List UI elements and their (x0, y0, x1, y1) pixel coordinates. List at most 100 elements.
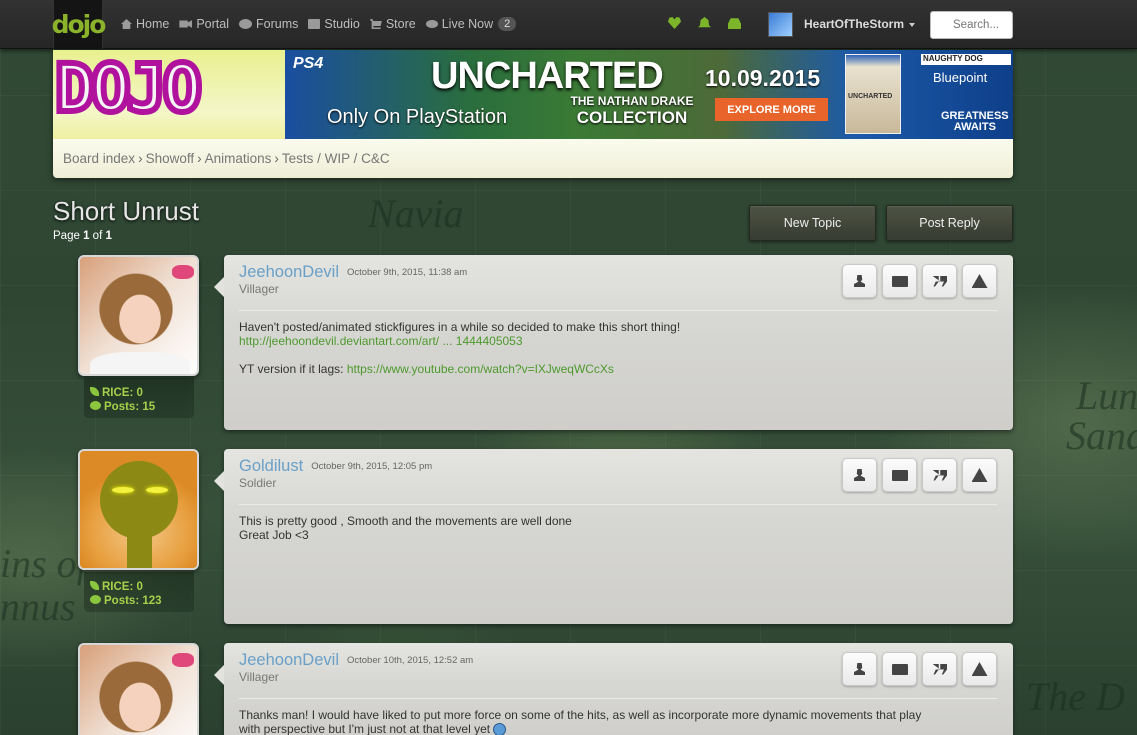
quote-icon (932, 469, 947, 481)
notification-icons (668, 17, 741, 29)
avatar[interactable] (78, 449, 199, 570)
nav-store[interactable]: Store (369, 17, 416, 31)
avatar[interactable] (78, 643, 199, 735)
report-button[interactable] (962, 264, 997, 298)
divider (239, 698, 997, 699)
post-actions (842, 458, 997, 492)
chevron-right-icon: › (274, 151, 279, 166)
inbox-icon[interactable] (728, 18, 741, 29)
breadcrumb-tests-wip[interactable]: Tests / WIP / C&C (282, 151, 390, 166)
quote-button[interactable] (922, 652, 957, 686)
post-link[interactable]: http://jeehoondevil.deviantart.com/art/ … (239, 334, 523, 348)
chat-bubble-icon (90, 595, 101, 604)
profile-button[interactable] (842, 458, 877, 492)
post-content: Thanks man! I would have liked to put mo… (239, 708, 922, 735)
ad-game-box: UNCHARTED (845, 54, 901, 134)
nav-forums[interactable]: Forums (239, 17, 298, 31)
user-icon (854, 275, 865, 287)
post-date: October 10th, 2015, 12:52 am (346, 655, 474, 667)
eye-icon (425, 20, 438, 28)
envelope-icon (891, 469, 908, 481)
map-label: Sand (1066, 413, 1137, 458)
post-date: October 9th, 2015, 11:38 am (346, 267, 468, 279)
ad-subtitle: THE NATHAN DRAKE COLLECTION (570, 94, 694, 127)
ad-tagline: GREATNESS AWAITS (941, 110, 1009, 133)
nav-portal[interactable]: Portal (179, 17, 229, 31)
pm-button[interactable] (882, 652, 917, 686)
report-button[interactable] (962, 458, 997, 492)
post-card: JeehoonDevil October 9th, 2015, 11:38 am … (214, 255, 1013, 430)
cart-icon (369, 19, 382, 29)
user-icon (854, 663, 865, 675)
advertisement[interactable]: PS4 Only On PlayStation UNCHARTED 10.09.… (285, 50, 1013, 139)
leaf-icon (90, 581, 99, 590)
breadcrumb: Board index › Showoff › Animations › Tests … (53, 139, 1013, 178)
quote-icon (932, 275, 947, 287)
breadcrumb-board-index[interactable]: Board index (63, 151, 135, 166)
post-date: October 9th, 2015, 12:05 pm (311, 461, 433, 473)
warning-icon (971, 662, 988, 676)
user-rank: Soldier (239, 476, 277, 490)
envelope-icon (891, 663, 908, 675)
user-avatar[interactable] (768, 12, 793, 37)
topic-title: Short Unrust (53, 196, 199, 226)
heart-icon[interactable] (668, 17, 681, 29)
nav-live-now[interactable]: Live Now 2 (425, 17, 517, 31)
film-icon (308, 19, 321, 29)
divider (239, 310, 997, 311)
post-card: Goldilust October 9th, 2015, 12:05 pm Sol… (214, 449, 1013, 624)
report-button[interactable] (962, 652, 997, 686)
quote-button[interactable] (922, 458, 957, 492)
nav-studio[interactable]: Studio (308, 17, 360, 31)
ad-only-on: Only On PlayStation (327, 106, 508, 128)
site-logo[interactable]: dojo (52, 0, 106, 49)
pagination-info: Page 1 of 1 (53, 230, 112, 242)
profile-button[interactable] (842, 264, 877, 298)
bell-icon[interactable] (698, 17, 711, 28)
chevron-right-icon: › (138, 151, 143, 166)
map-label: Navia (368, 191, 464, 236)
envelope-icon (891, 275, 908, 287)
post-author[interactable]: JeehoonDevil October 9th, 2015, 11:38 am (239, 263, 467, 282)
warning-icon (971, 468, 988, 482)
post-author[interactable]: JeehoonDevil October 10th, 2015, 12:52 am (239, 651, 473, 670)
map-label: nnus (0, 584, 76, 629)
pm-button[interactable] (882, 264, 917, 298)
search-input[interactable] (930, 11, 1013, 39)
quote-icon (932, 663, 947, 675)
user-rank: Villager (239, 670, 279, 684)
smiley-emoji-icon (493, 723, 507, 735)
ad-title: UNCHARTED (431, 55, 664, 97)
home-icon (121, 19, 132, 29)
profile-button[interactable] (842, 652, 877, 686)
user-icon (854, 469, 865, 481)
pm-button[interactable] (882, 458, 917, 492)
user-menu[interactable]: HeartOfTheStorm (804, 17, 916, 31)
user-stats: RICE: 0 Posts: 123 (84, 572, 194, 612)
ad-date: 10.09.2015 (705, 65, 821, 91)
post-reply-button[interactable]: Post Reply (886, 205, 1013, 241)
warning-icon (971, 274, 988, 288)
top-navbar: dojo Home Portal Forums Studio Store Liv… (0, 0, 1137, 49)
main-nav: Home Portal Forums Studio Store Live Now… (121, 17, 526, 31)
chevron-right-icon: › (197, 151, 202, 166)
user-rank: Villager (239, 282, 279, 296)
post-content: This is pretty good , Smooth and the mov… (239, 514, 572, 542)
new-topic-button[interactable]: New Topic (749, 205, 876, 241)
avatar[interactable] (78, 255, 199, 376)
post-author[interactable]: Goldilust October 9th, 2015, 12:05 pm (239, 457, 432, 476)
ad-platform: PS4 (293, 55, 324, 72)
map-label: ins of (0, 541, 88, 586)
dojo-banner-logo[interactable]: DOJO (53, 50, 285, 139)
post-actions (842, 264, 997, 298)
post-content: Haven't posted/animated stickfigures in … (239, 320, 681, 376)
map-label: The D (1026, 674, 1125, 719)
post-card: JeehoonDevil October 10th, 2015, 12:52 am… (214, 643, 1013, 735)
breadcrumb-animations[interactable]: Animations (205, 151, 272, 166)
quote-button[interactable] (922, 264, 957, 298)
ad-explore-button[interactable]: EXPLORE MORE (715, 98, 828, 121)
post-link[interactable]: https://www.youtube.com/watch?v=IXJweqWC… (347, 362, 614, 376)
ad-studio: NAUGHTY DOG (921, 54, 1011, 65)
breadcrumb-showoff[interactable]: Showoff (146, 151, 195, 166)
nav-home[interactable]: Home (121, 17, 169, 31)
